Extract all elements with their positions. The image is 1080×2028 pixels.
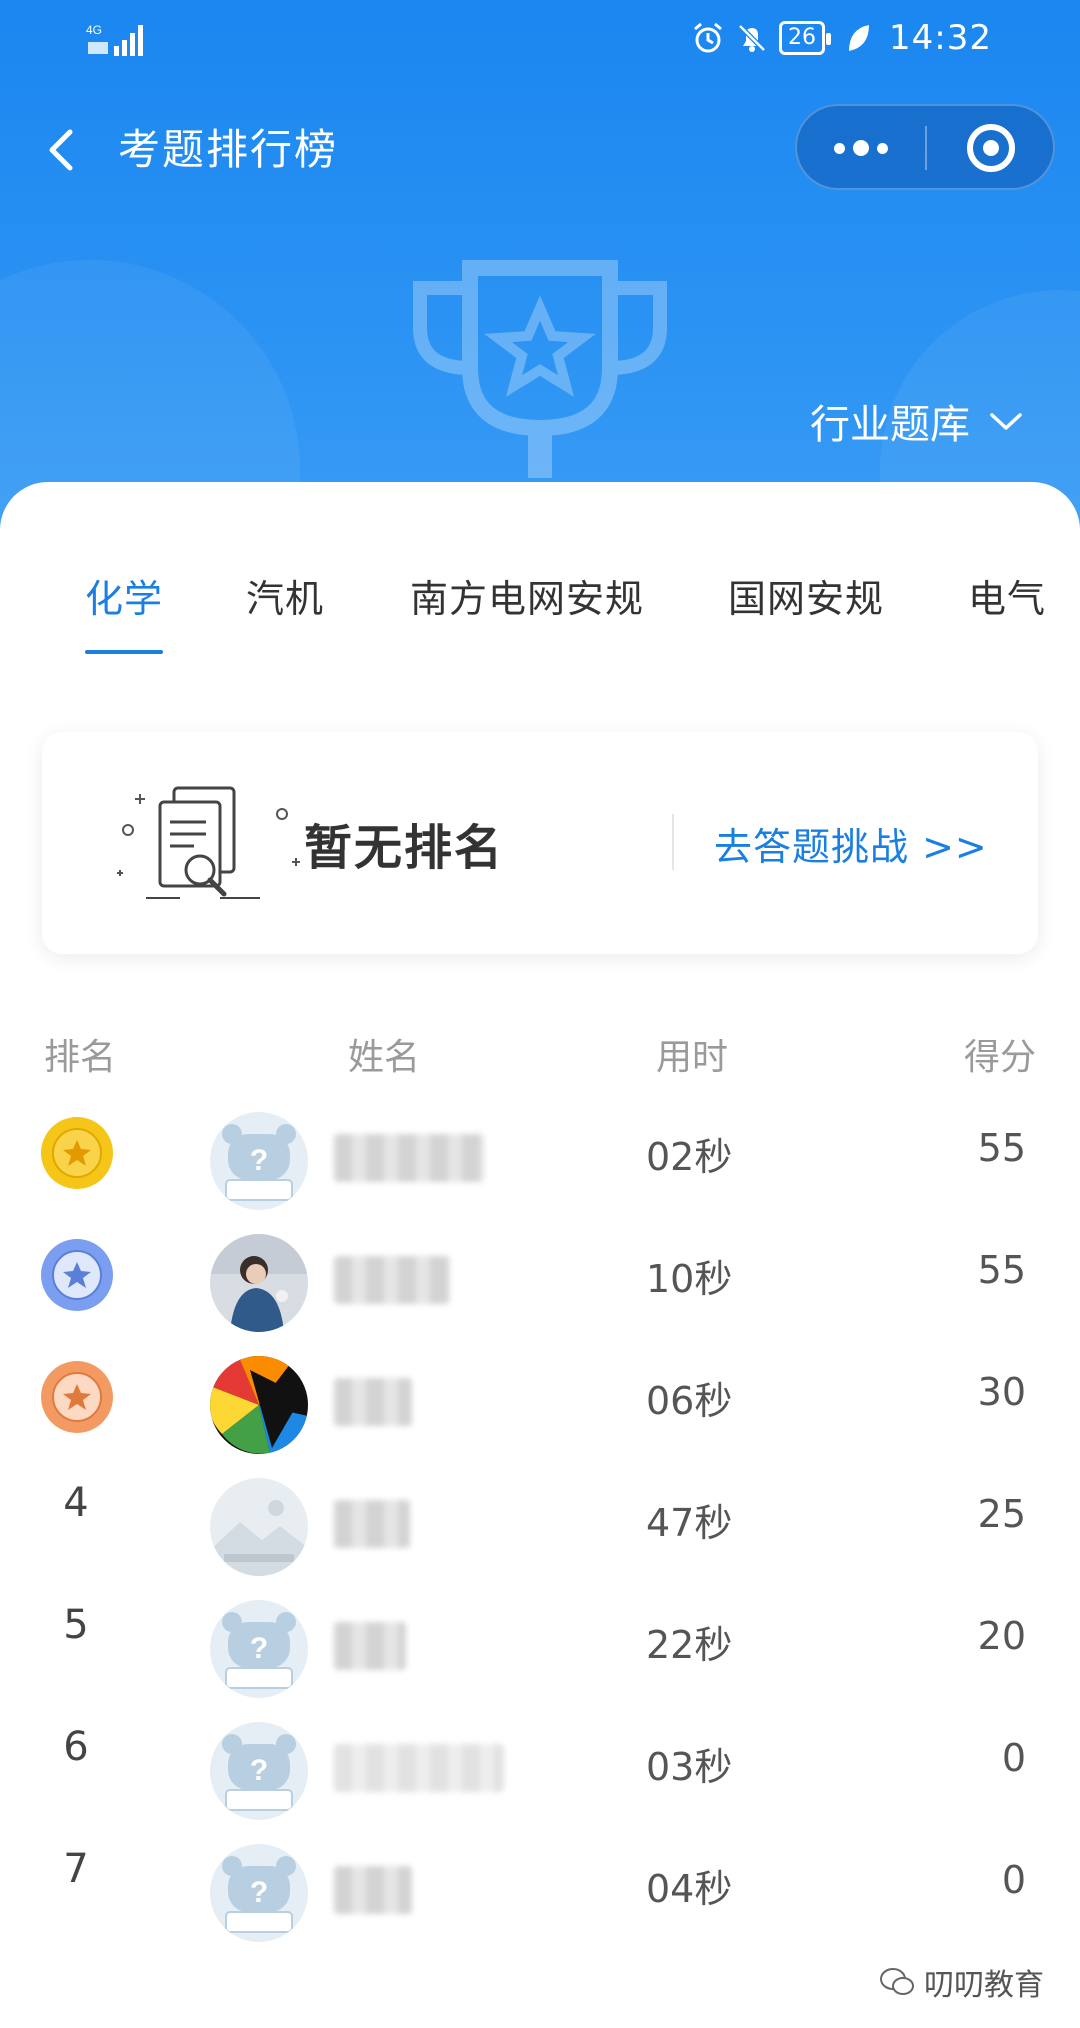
header-time: 用时 — [656, 1037, 729, 1078]
svg-text:?: ? — [250, 1632, 268, 1665]
mute-bell-icon — [738, 24, 766, 52]
time-value: 22秒 — [646, 1623, 733, 1667]
back-arrow-icon[interactable] — [36, 122, 92, 178]
tab-turbine[interactable]: 汽机 — [246, 568, 324, 623]
user-name-hidden — [334, 1378, 412, 1426]
watermark: 叨叨教育 — [880, 1960, 1044, 2004]
svg-text:?: ? — [250, 1876, 268, 1909]
leaderboard-row[interactable]: 10秒 55 — [0, 1212, 1080, 1334]
colorful-avatar — [210, 1356, 308, 1454]
leaf-icon — [849, 25, 870, 51]
score-value: 20 — [977, 1614, 1026, 1658]
more-dots-icon — [853, 140, 869, 156]
header-background — [0, 0, 1080, 560]
svg-text:4G: 4G — [86, 23, 102, 37]
miniprogram-capsule — [795, 104, 1055, 190]
page-title: 考题排行榜 — [118, 125, 339, 174]
user-name-hidden — [334, 1500, 410, 1548]
default-avatar: ? — [210, 1844, 308, 1942]
rank-number: 7 — [63, 1846, 89, 1892]
leaderboard-row[interactable]: 4 47秒 25 — [0, 1456, 1080, 1578]
more-dots-icon — [834, 142, 845, 154]
tab-electrical[interactable]: 电气 — [968, 568, 1046, 623]
score-value: 25 — [977, 1492, 1026, 1536]
rank-number: 4 — [63, 1480, 89, 1526]
time-value: 04秒 — [646, 1867, 733, 1911]
my-rank-card: 暂无排名 去答题挑战 >> — [42, 732, 1038, 954]
leaderboard-row[interactable]: 5 ? 22秒 20 — [0, 1578, 1080, 1700]
user-name-hidden — [334, 1866, 412, 1914]
tab-state-grid-safety[interactable]: 国网安规 — [728, 568, 884, 623]
silver-medal-icon — [41, 1239, 113, 1311]
more-dots-icon — [877, 142, 888, 154]
score-value: 30 — [977, 1370, 1026, 1414]
no-rank-text: 暂无排名 — [304, 820, 505, 876]
active-tab-indicator — [85, 650, 163, 654]
score-value: 0 — [1001, 1736, 1026, 1780]
placeholder-avatar — [210, 1478, 308, 1576]
time-value: 10秒 — [646, 1257, 733, 1301]
time-value: 47秒 — [646, 1501, 733, 1545]
leaderboard-row[interactable]: 6 ? 03秒 0 — [0, 1700, 1080, 1822]
target-icon — [967, 124, 1015, 172]
tab-southern-grid-safety[interactable]: 南方电网安规 — [410, 568, 644, 623]
user-name-hidden — [334, 1134, 484, 1182]
status-bar: 4G 26 14:32 — [0, 0, 1080, 80]
score-value: 55 — [977, 1126, 1026, 1170]
category-tabs: 化学 汽机 南方电网安规 国网安规 电气 — [0, 482, 1080, 662]
photo-avatar — [210, 1234, 308, 1332]
battery-indicator: 26 — [779, 21, 832, 55]
industry-dropdown[interactable]: 行业题库 — [810, 392, 1024, 450]
industry-label: 行业题库 — [810, 402, 970, 448]
default-avatar: ? — [210, 1722, 308, 1820]
signal-icon: 4G — [86, 23, 143, 56]
document-search-icon — [117, 786, 300, 899]
header-rank: 排名 — [44, 1037, 117, 1078]
time-value: 06秒 — [646, 1379, 733, 1423]
wechat-icon — [880, 1968, 914, 1995]
score-value: 0 — [1001, 1858, 1026, 1902]
leaderboard-row[interactable]: 7 ? 04秒 0 — [0, 1822, 1080, 1944]
time-value: 03秒 — [646, 1745, 733, 1789]
clock: 14:32 — [889, 18, 992, 58]
challenge-link[interactable]: 去答题挑战 >> — [714, 816, 988, 871]
svg-text:?: ? — [250, 1754, 268, 1787]
alarm-icon — [694, 22, 722, 53]
main-panel: 化学 汽机 南方电网安规 国网安规 电气 暂无排名 去答题挑战 >> 排名 姓名… — [0, 482, 1080, 2028]
trophy-icon — [413, 260, 667, 478]
gold-medal-icon — [41, 1117, 113, 1189]
user-name-hidden — [334, 1256, 450, 1304]
default-avatar: ? — [210, 1112, 308, 1210]
rank-number: 6 — [63, 1724, 89, 1770]
leaderboard-row[interactable]: 06秒 30 — [0, 1334, 1080, 1456]
user-name-hidden — [334, 1744, 504, 1792]
bronze-medal-icon — [41, 1361, 113, 1433]
chevron-down-icon — [990, 413, 1022, 430]
leaderboard-row[interactable]: ? 02秒 55 — [0, 1090, 1080, 1212]
watermark-text: 叨叨教育 — [924, 1968, 1044, 2003]
user-name-hidden — [334, 1622, 406, 1670]
default-avatar: ? — [210, 1600, 308, 1698]
tab-chemistry[interactable]: 化学 — [85, 568, 163, 623]
rank-number: 5 — [63, 1602, 89, 1648]
header-name: 姓名 — [348, 1037, 421, 1078]
more-button[interactable] — [797, 106, 925, 190]
header-score: 得分 — [963, 1037, 1036, 1078]
svg-text:?: ? — [250, 1144, 268, 1177]
time-value: 02秒 — [646, 1135, 733, 1179]
card-divider — [672, 814, 674, 870]
nav-bar: 考题排行榜 — [0, 100, 1080, 200]
close-miniprogram-button[interactable] — [927, 106, 1055, 190]
score-value: 55 — [977, 1248, 1026, 1292]
